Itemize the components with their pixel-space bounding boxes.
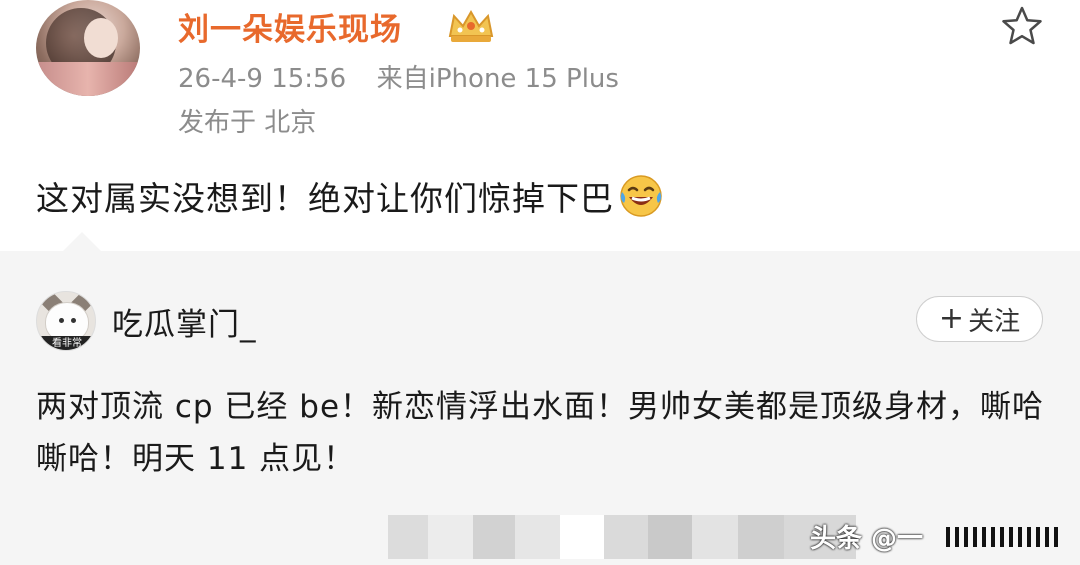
post-timestamp: 26-4-9 15:56 (178, 64, 347, 94)
star-icon[interactable] (1000, 4, 1044, 48)
post-meta: 26-4-9 15:56 来自iPhone 15 Plus (178, 58, 619, 95)
laughing-tears-emoji-icon (620, 175, 662, 217)
crown-icon (448, 9, 494, 42)
post-location: 发布于 北京 (178, 108, 317, 138)
post-text: 这对属实没想到！绝对让你们惊掉下巴 (36, 179, 614, 218)
repost-author-name[interactable]: 吃瓜掌门_ (112, 299, 257, 344)
repost-notch (62, 232, 102, 252)
plus-icon: + (938, 301, 965, 336)
follow-button[interactable]: + 关注 (916, 296, 1043, 342)
blurred-strip (388, 515, 856, 559)
watermark: 头条 @一 (810, 524, 924, 554)
watermark-redacted (946, 527, 1058, 547)
repost-avatar[interactable]: 看非常 (36, 291, 96, 351)
follow-label: 关注 (968, 306, 1021, 337)
repost-text: 两对顶流 cp 已经 be！新恋情浮出水面！男帅女美都是顶级身材，嘶哈嘶哈！明天… (36, 389, 1045, 477)
avatar-caption: 看非常 (37, 336, 95, 350)
post-card: 刘一朵娱乐现场 26-4-9 15:56 来自iPhone 15 Plus 发布… (0, 0, 1080, 250)
author-name[interactable]: 刘一朵娱乐现场 (178, 4, 402, 49)
post-text-wrap: 这对属实没想到！绝对让你们惊掉下巴 (36, 172, 664, 220)
post-source: 来自iPhone 15 Plus (376, 64, 619, 94)
author-avatar[interactable] (36, 0, 140, 96)
